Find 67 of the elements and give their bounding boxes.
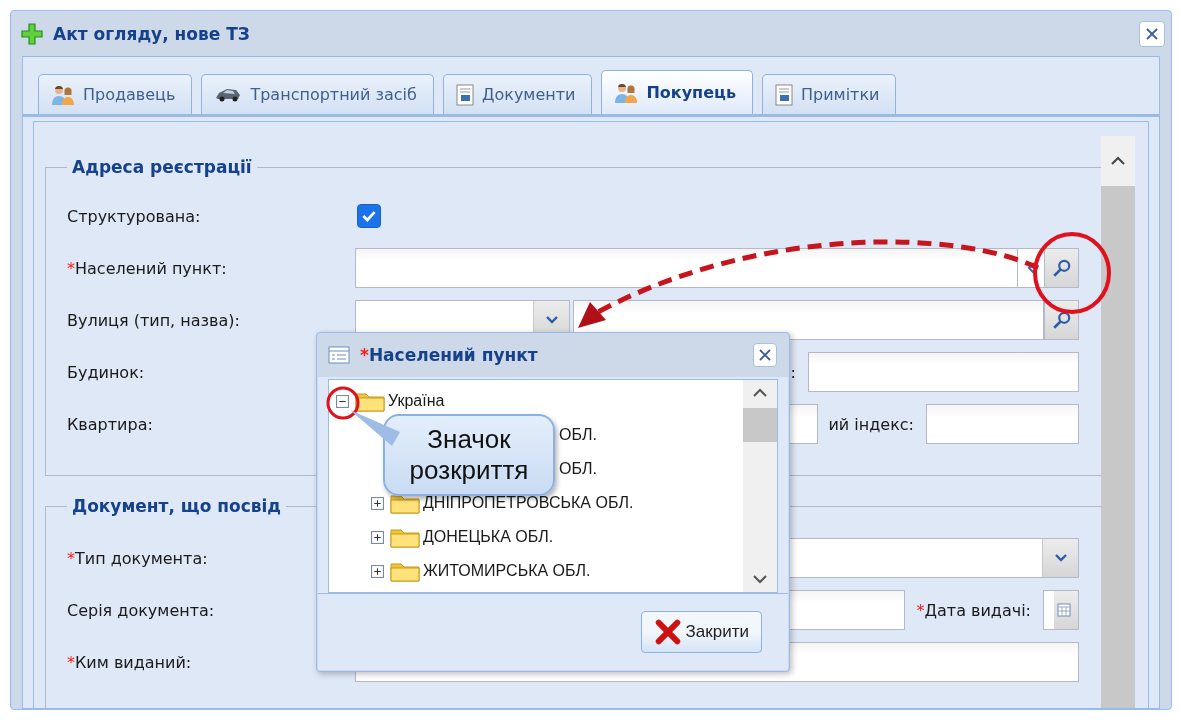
close-icon [757, 347, 773, 363]
close-button[interactable] [753, 343, 777, 367]
field-label: *Ким виданий: [67, 652, 193, 672]
field-label: Вулиця (тип, назва): [67, 310, 241, 330]
tree-item[interactable]: ОБЛ. [559, 460, 597, 478]
checkbox[interactable] [357, 204, 381, 228]
field-label: Серія документа: [67, 600, 216, 620]
list-icon [328, 346, 350, 364]
tree-item[interactable]: Україна [388, 392, 445, 410]
chevron-down-icon[interactable] [752, 574, 768, 584]
tree-item[interactable]: ДНІПРОПЕТРОВСЬКА ОБЛ. [423, 494, 634, 512]
tree-item[interactable]: ОБЛ. [559, 426, 597, 444]
tree-item[interactable]: ЖИТОМИРСЬКА ОБЛ. [423, 562, 591, 580]
search-icon [1051, 310, 1072, 330]
chevron-left-icon [1026, 261, 1036, 275]
search-button[interactable] [1044, 248, 1079, 288]
field-label: Квартира: [67, 414, 154, 434]
tab[interactable]: Примітки [762, 74, 897, 114]
expander-icon[interactable] [371, 496, 384, 510]
document-icon [455, 83, 474, 106]
tab[interactable]: Покупець [601, 70, 753, 114]
document-icon [775, 83, 793, 106]
people-icon [614, 81, 639, 104]
expander-icon[interactable] [371, 564, 384, 578]
folder-icon [390, 492, 420, 514]
folder-icon [390, 526, 420, 548]
scroll-thumb[interactable] [743, 408, 777, 442]
cross-icon [653, 618, 682, 646]
expander-icon[interactable] [336, 394, 349, 408]
close-button[interactable]: Закрити [640, 611, 762, 653]
field-label: ий індекс: [827, 414, 915, 434]
tab[interactable]: Документи [442, 74, 593, 114]
plus-icon [21, 22, 43, 45]
date-field[interactable] [1043, 590, 1079, 630]
field-label: : [789, 362, 797, 382]
field-label: *Дата видачі: [915, 600, 1032, 620]
tab[interactable]: Продавець [38, 74, 193, 114]
callout: Значок розкриття [383, 414, 555, 496]
highlight-circle [326, 386, 360, 420]
chevron-up-icon[interactable] [1110, 156, 1126, 166]
close-button[interactable] [1139, 20, 1165, 47]
close-icon [1144, 25, 1160, 42]
expander-icon[interactable] [371, 530, 384, 544]
tree-item[interactable]: ДОНЕЦЬКА ОБЛ. [423, 528, 554, 546]
chevron-up-icon[interactable] [752, 388, 768, 398]
chevron-down-icon [544, 315, 559, 325]
dialog-title: *Населений пункт [360, 345, 539, 365]
calendar-icon [1057, 603, 1071, 617]
postcode-field[interactable] [926, 404, 1079, 444]
field-label: *Тип документа: [67, 548, 209, 568]
group-title: Документ, що посвід [71, 496, 283, 516]
callout-pointer [350, 410, 400, 446]
search-icon [1051, 258, 1072, 278]
tab[interactable]: Транспортний засіб [201, 74, 434, 114]
input-field[interactable] [808, 352, 1079, 392]
window-title: Акт огляду, нове ТЗ [53, 23, 251, 44]
field-label: Будинок: [67, 362, 146, 382]
people-icon [51, 83, 75, 106]
group-title: Адреса реєстрації [71, 157, 253, 177]
field-label: *Населений пункт: [67, 258, 228, 278]
scrollbar[interactable] [743, 380, 777, 592]
scrollbar[interactable] [1101, 136, 1135, 708]
chevron-down-icon [1053, 553, 1068, 563]
settlement-field[interactable] [355, 248, 1018, 288]
car-icon [214, 86, 243, 103]
field-label: Структурована: [67, 206, 202, 226]
folder-icon [390, 560, 420, 582]
